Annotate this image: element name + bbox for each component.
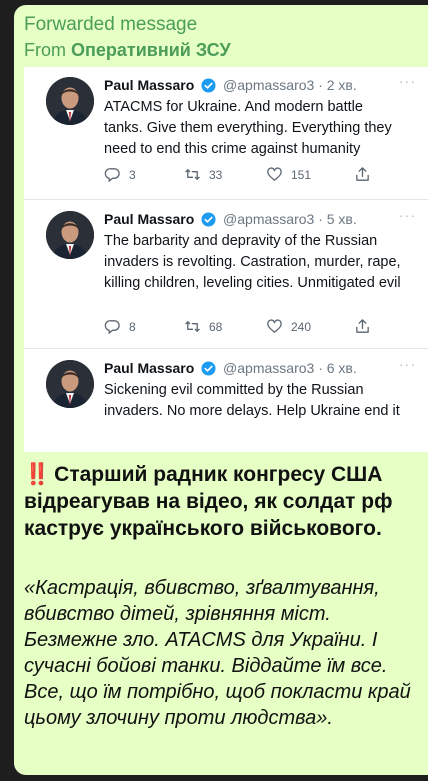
like-count: 151 bbox=[291, 167, 312, 182]
message-bubble[interactable]: Forwarded message From Оперативний ЗСУ P… bbox=[14, 5, 428, 775]
tweet-header: Paul Massaro @apmassaro3 · 2 хв. bbox=[104, 77, 357, 93]
share-icon bbox=[356, 167, 369, 181]
message-headline: ‼️ Старший радник конгресу США відреагува… bbox=[24, 461, 419, 542]
share-button[interactable] bbox=[354, 166, 371, 183]
tweet-author-name[interactable]: Paul Massaro bbox=[104, 211, 194, 227]
forwarded-channel-link[interactable]: Оперативний ЗСУ bbox=[71, 40, 231, 60]
headline-text: Старший радник конгресу США відреагував … bbox=[24, 463, 393, 540]
reply-button[interactable]: 8 bbox=[104, 318, 136, 335]
tweet-screenshot[interactable]: Paul Massaro @apmassaro3 · 2 хв. ··· ATA… bbox=[24, 67, 428, 452]
tweet-actions: 8 68 240 bbox=[104, 318, 394, 338]
more-options-icon[interactable]: ··· bbox=[399, 207, 416, 223]
tweet-handle-time: @apmassaro3 · 5 хв. bbox=[223, 211, 357, 227]
tweet: Paul Massaro @apmassaro3 · 5 хв. ··· The… bbox=[24, 201, 428, 349]
verified-badge-icon bbox=[201, 361, 216, 376]
forwarded-from[interactable]: From Оперативний ЗСУ bbox=[24, 40, 231, 61]
tweet-header: Paul Massaro @apmassaro3 · 5 хв. bbox=[104, 211, 357, 227]
tweet-header: Paul Massaro @apmassaro3 · 6 хв. bbox=[104, 360, 357, 376]
forwarded-from-prefix: From bbox=[24, 40, 66, 60]
tweet-handle-time: @apmassaro3 · 6 хв. bbox=[223, 360, 357, 376]
like-button[interactable]: 151 bbox=[266, 166, 311, 183]
like-button[interactable]: 240 bbox=[266, 318, 311, 335]
share-button[interactable] bbox=[354, 318, 371, 335]
reply-count: 8 bbox=[129, 319, 136, 334]
message-quote: «Кастрація, вбивство, зґвалтування, вбив… bbox=[24, 577, 411, 729]
tweet: Paul Massaro @apmassaro3 · 2 хв. ··· ATA… bbox=[24, 67, 428, 200]
verified-badge-icon bbox=[201, 78, 216, 93]
reply-icon bbox=[104, 320, 120, 334]
retweet-icon bbox=[185, 169, 200, 180]
tweet-text: The barbarity and depravity of the Russi… bbox=[104, 233, 401, 291]
retweet-count: 68 bbox=[209, 319, 223, 334]
tweet-author-name[interactable]: Paul Massaro bbox=[104, 77, 194, 93]
heart-icon bbox=[267, 167, 282, 181]
tweet-author-name[interactable]: Paul Massaro bbox=[104, 360, 194, 376]
double-exclamation-icon: ‼️ bbox=[24, 463, 50, 486]
tweet-text: Sickening evil committed by the Russian … bbox=[104, 382, 400, 419]
like-count: 240 bbox=[291, 319, 312, 334]
reply-button[interactable]: 3 bbox=[104, 166, 136, 183]
avatar bbox=[46, 360, 94, 408]
avatar bbox=[46, 77, 94, 125]
avatar bbox=[46, 211, 94, 259]
reply-icon bbox=[104, 168, 120, 182]
more-options-icon[interactable]: ··· bbox=[399, 356, 416, 372]
retweet-icon bbox=[185, 321, 200, 332]
verified-badge-icon bbox=[201, 212, 216, 227]
retweet-count: 33 bbox=[209, 167, 223, 182]
tweet: Paul Massaro @apmassaro3 · 6 хв. ··· Sic… bbox=[24, 350, 428, 452]
more-options-icon[interactable]: ··· bbox=[399, 73, 416, 89]
tweet-text: ATACMS for Ukraine. And modern battle ta… bbox=[104, 99, 392, 157]
retweet-button[interactable]: 33 bbox=[184, 166, 222, 183]
tweet-handle-time: @apmassaro3 · 2 хв. bbox=[223, 77, 357, 93]
reply-count: 3 bbox=[129, 167, 136, 182]
retweet-button[interactable]: 68 bbox=[184, 318, 222, 335]
share-icon bbox=[356, 319, 369, 333]
tweet-actions: 3 33 151 bbox=[104, 166, 394, 186]
heart-icon bbox=[267, 319, 282, 333]
forwarded-label: Forwarded message bbox=[24, 14, 198, 35]
